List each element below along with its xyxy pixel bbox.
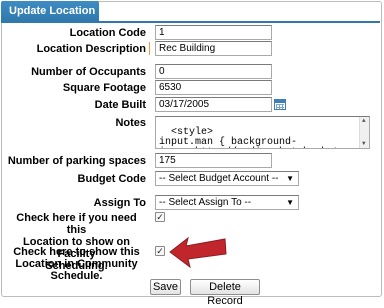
notes-text: <style> input.man { background- image:ht… bbox=[159, 127, 369, 149]
community-label-line: Schedule. bbox=[50, 270, 103, 282]
community-label-line: Check here to show this bbox=[13, 246, 140, 258]
delete-record-button[interactable]: Delete Record bbox=[190, 279, 260, 307]
required-marker bbox=[149, 42, 150, 55]
location-code-label: Location Code bbox=[69, 27, 146, 39]
square-footage-label: Square Footage bbox=[62, 82, 146, 94]
budget-code-selected: -- Select Budget Account -- bbox=[159, 173, 279, 184]
community-label-line: Location in Community bbox=[15, 258, 138, 270]
title-divider bbox=[1, 21, 380, 23]
date-built-label: Date Built bbox=[94, 99, 146, 111]
assign-to-selected: -- Select Assign To -- bbox=[159, 197, 252, 208]
location-description-label: Location Description bbox=[36, 43, 146, 55]
assign-to-label: Assign To bbox=[93, 197, 146, 209]
assign-to-select[interactable]: -- Select Assign To -- ▼ bbox=[155, 195, 299, 210]
calendar-icon[interactable] bbox=[274, 99, 286, 110]
facility-scheduling-checkbox[interactable]: ✓ bbox=[155, 212, 165, 222]
chevron-down-icon: ▼ bbox=[286, 198, 294, 207]
chevron-down-icon: ▼ bbox=[286, 174, 294, 183]
parking-spaces-label: Number of parking spaces bbox=[7, 155, 146, 167]
save-button[interactable]: Save bbox=[150, 279, 181, 295]
checkmark-icon: ✓ bbox=[156, 246, 164, 256]
community-schedule-label: Check here to show this Location in Comm… bbox=[5, 246, 148, 282]
notes-scrollbar[interactable]: ▲ ▼ bbox=[359, 117, 369, 148]
square-footage-input[interactable]: 6530 bbox=[155, 80, 272, 95]
location-description-input[interactable]: Rec Building bbox=[155, 41, 272, 56]
red-arrow-icon bbox=[169, 236, 227, 269]
notes-textarea[interactable]: <style> input.man { background- image:ht… bbox=[155, 116, 370, 149]
community-schedule-checkbox[interactable]: ✓ bbox=[155, 246, 165, 256]
occupants-input[interactable]: 0 bbox=[155, 64, 272, 79]
scroll-down-icon[interactable]: ▼ bbox=[362, 141, 366, 147]
checkmark-icon: ✓ bbox=[156, 212, 164, 222]
budget-code-select[interactable]: -- Select Budget Account -- ▼ bbox=[155, 171, 299, 186]
occupants-label: Number of Occupants bbox=[31, 66, 146, 78]
facility-label-line: Check here if you need this bbox=[16, 212, 137, 236]
date-built-input[interactable]: 03/17/2005 bbox=[155, 97, 272, 112]
scroll-up-icon[interactable]: ▲ bbox=[362, 118, 366, 124]
notes-label: Notes bbox=[115, 117, 146, 129]
budget-code-label: Budget Code bbox=[77, 173, 146, 185]
parking-spaces-input[interactable]: 175 bbox=[155, 153, 272, 168]
panel-title: Update Location bbox=[1, 1, 99, 21]
location-code-input[interactable]: 1 bbox=[155, 25, 272, 40]
